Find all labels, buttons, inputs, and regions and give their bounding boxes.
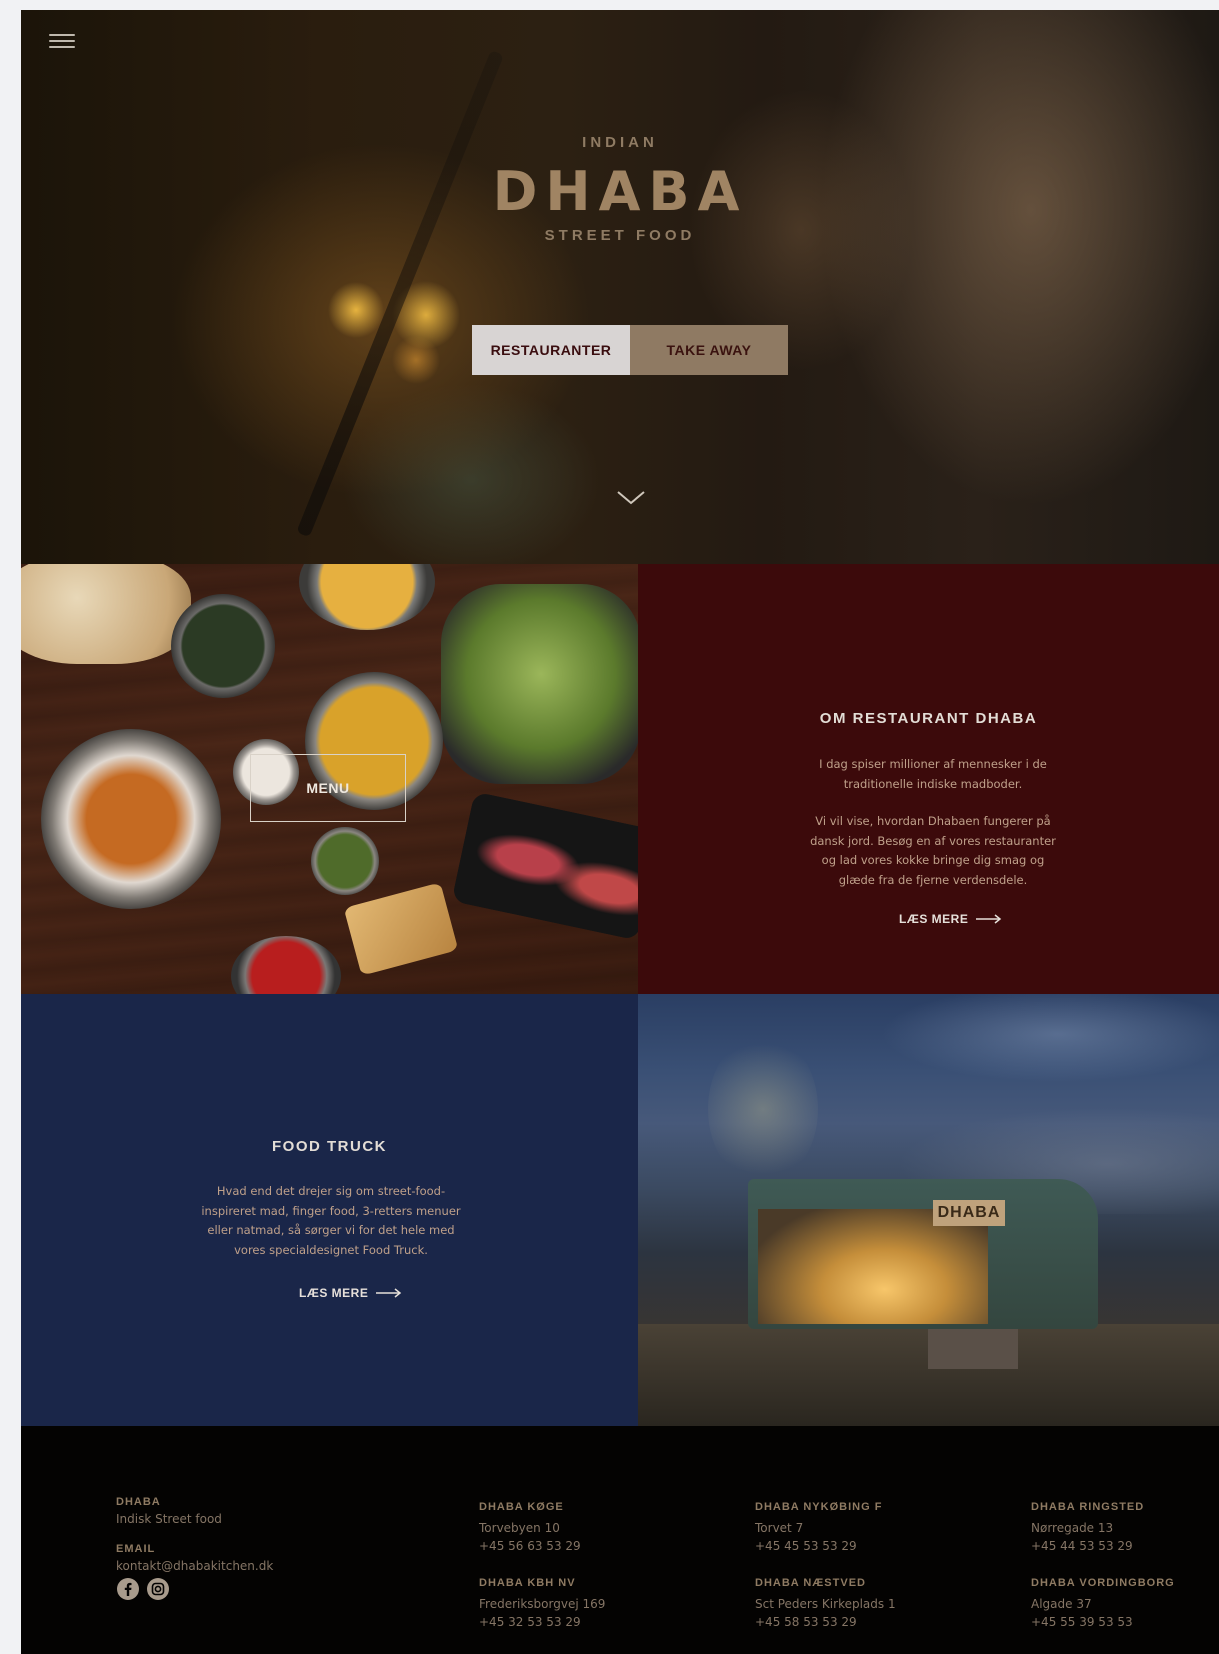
location-address: Nørregade 13 — [1031, 1521, 1114, 1535]
location-phone[interactable]: +45 56 63 53 29 — [479, 1537, 581, 1555]
take-away-button[interactable]: TAKE AWAY — [630, 325, 788, 375]
footer-email-label: EMAIL — [116, 1543, 156, 1555]
location-address: Torvebyen 10 — [479, 1521, 560, 1535]
logo-tagline-bottom: STREET FOOD — [544, 227, 696, 244]
about-read-more-link[interactable]: LÆS MERE — [899, 912, 1002, 926]
logo-wordmark[interactable]: DHABA — [21, 160, 1219, 223]
location-phone[interactable]: +45 45 53 53 29 — [755, 1537, 857, 1555]
location-name: DHABA KBH NV — [479, 1577, 576, 1589]
food-truck-photo: DHABA — [638, 994, 1219, 1426]
food-truck-section: FOOD TRUCK Hvad end det drejer sig om st… — [21, 994, 638, 1426]
salad-plate-image — [441, 584, 638, 784]
food-truck-title: FOOD TRUCK — [272, 1138, 387, 1155]
arrow-right-icon — [976, 914, 1002, 924]
truck-table — [928, 1329, 1018, 1369]
location-phone[interactable]: +45 58 53 53 29 — [755, 1613, 857, 1631]
facebook-icon[interactable] — [116, 1577, 140, 1601]
tree-image — [708, 1034, 818, 1184]
hero-section: INDIAN DHABA STREET FOOD RESTAURANTER TA… — [21, 10, 1219, 564]
food-truck-body: Hvad end det drejer sig om street-food-i… — [196, 1182, 466, 1278]
location-address: Sct Peders Kirkeplads 1 — [755, 1597, 896, 1611]
location-name: DHABA KØGE — [479, 1501, 564, 1513]
restaurants-button[interactable]: RESTAURANTER — [472, 325, 630, 375]
about-section: OM RESTAURANT DHABA I dag spiser million… — [638, 564, 1219, 994]
instagram-icon[interactable] — [146, 1577, 170, 1601]
spinach-bowl-image — [171, 594, 275, 698]
footer-brand-tagline: Indisk Street food — [116, 1512, 222, 1526]
food-truck-read-more-link[interactable]: LÆS MERE — [299, 1286, 402, 1300]
site-footer: DHABA Indisk Street food EMAIL kontakt@d… — [21, 1426, 1219, 1654]
footer-brand-name: DHABA — [116, 1496, 161, 1508]
hamburger-menu-icon[interactable] — [49, 30, 75, 50]
chutney-bowl-image — [311, 827, 379, 895]
food-truck-window-glow — [758, 1209, 988, 1324]
location-name: DHABA NYKØBING F — [755, 1501, 883, 1513]
food-truck-sign: DHABA — [933, 1200, 1005, 1226]
chicken-plate-image — [41, 729, 221, 909]
logo-tagline-top: INDIAN — [582, 134, 658, 151]
arrow-right-icon — [376, 1288, 402, 1298]
naan-image — [21, 564, 191, 664]
location-address: Torvet 7 — [755, 1521, 804, 1535]
location-name: DHABA RINGSTED — [1031, 1501, 1145, 1513]
about-body: I dag spiser millioner af mennesker i de… — [803, 755, 1063, 908]
menu-button[interactable]: MENU — [250, 754, 406, 822]
footer-email-link[interactable]: kontakt@dhabakitchen.dk — [116, 1557, 273, 1575]
read-more-label: LÆS MERE — [299, 1286, 369, 1300]
about-paragraph: I dag spiser millioner af mennesker i de… — [819, 757, 1047, 791]
food-truck-paragraph: Hvad end det drejer sig om street-food-i… — [201, 1184, 461, 1257]
chevron-down-icon[interactable] — [616, 488, 646, 508]
rice-bowl-image — [299, 564, 435, 630]
location-name: DHABA VORDINGBORG — [1031, 1577, 1175, 1589]
sauce-bowl-image — [231, 936, 341, 994]
location-phone[interactable]: +45 44 53 53 29 — [1031, 1537, 1133, 1555]
hero-photo-straw — [296, 50, 504, 538]
location-phone[interactable]: +45 32 53 53 29 — [479, 1613, 581, 1631]
read-more-label: LÆS MERE — [899, 912, 969, 926]
location-address: Frederiksborgvej 169 — [479, 1597, 606, 1611]
location-phone[interactable]: +45 55 39 53 53 — [1031, 1613, 1133, 1631]
samosa-image — [343, 882, 459, 976]
meat-tray-image — [451, 791, 638, 941]
page: INDIAN DHABA STREET FOOD RESTAURANTER TA… — [21, 10, 1219, 1654]
location-name: DHABA NÆSTVED — [755, 1577, 866, 1589]
about-paragraph: Vi vil vise, hvordan Dhabaen fungerer på… — [810, 814, 1056, 887]
menu-tile[interactable]: MENU — [21, 564, 638, 994]
location-address: Algade 37 — [1031, 1597, 1092, 1611]
about-title: OM RESTAURANT DHABA — [819, 710, 1038, 727]
